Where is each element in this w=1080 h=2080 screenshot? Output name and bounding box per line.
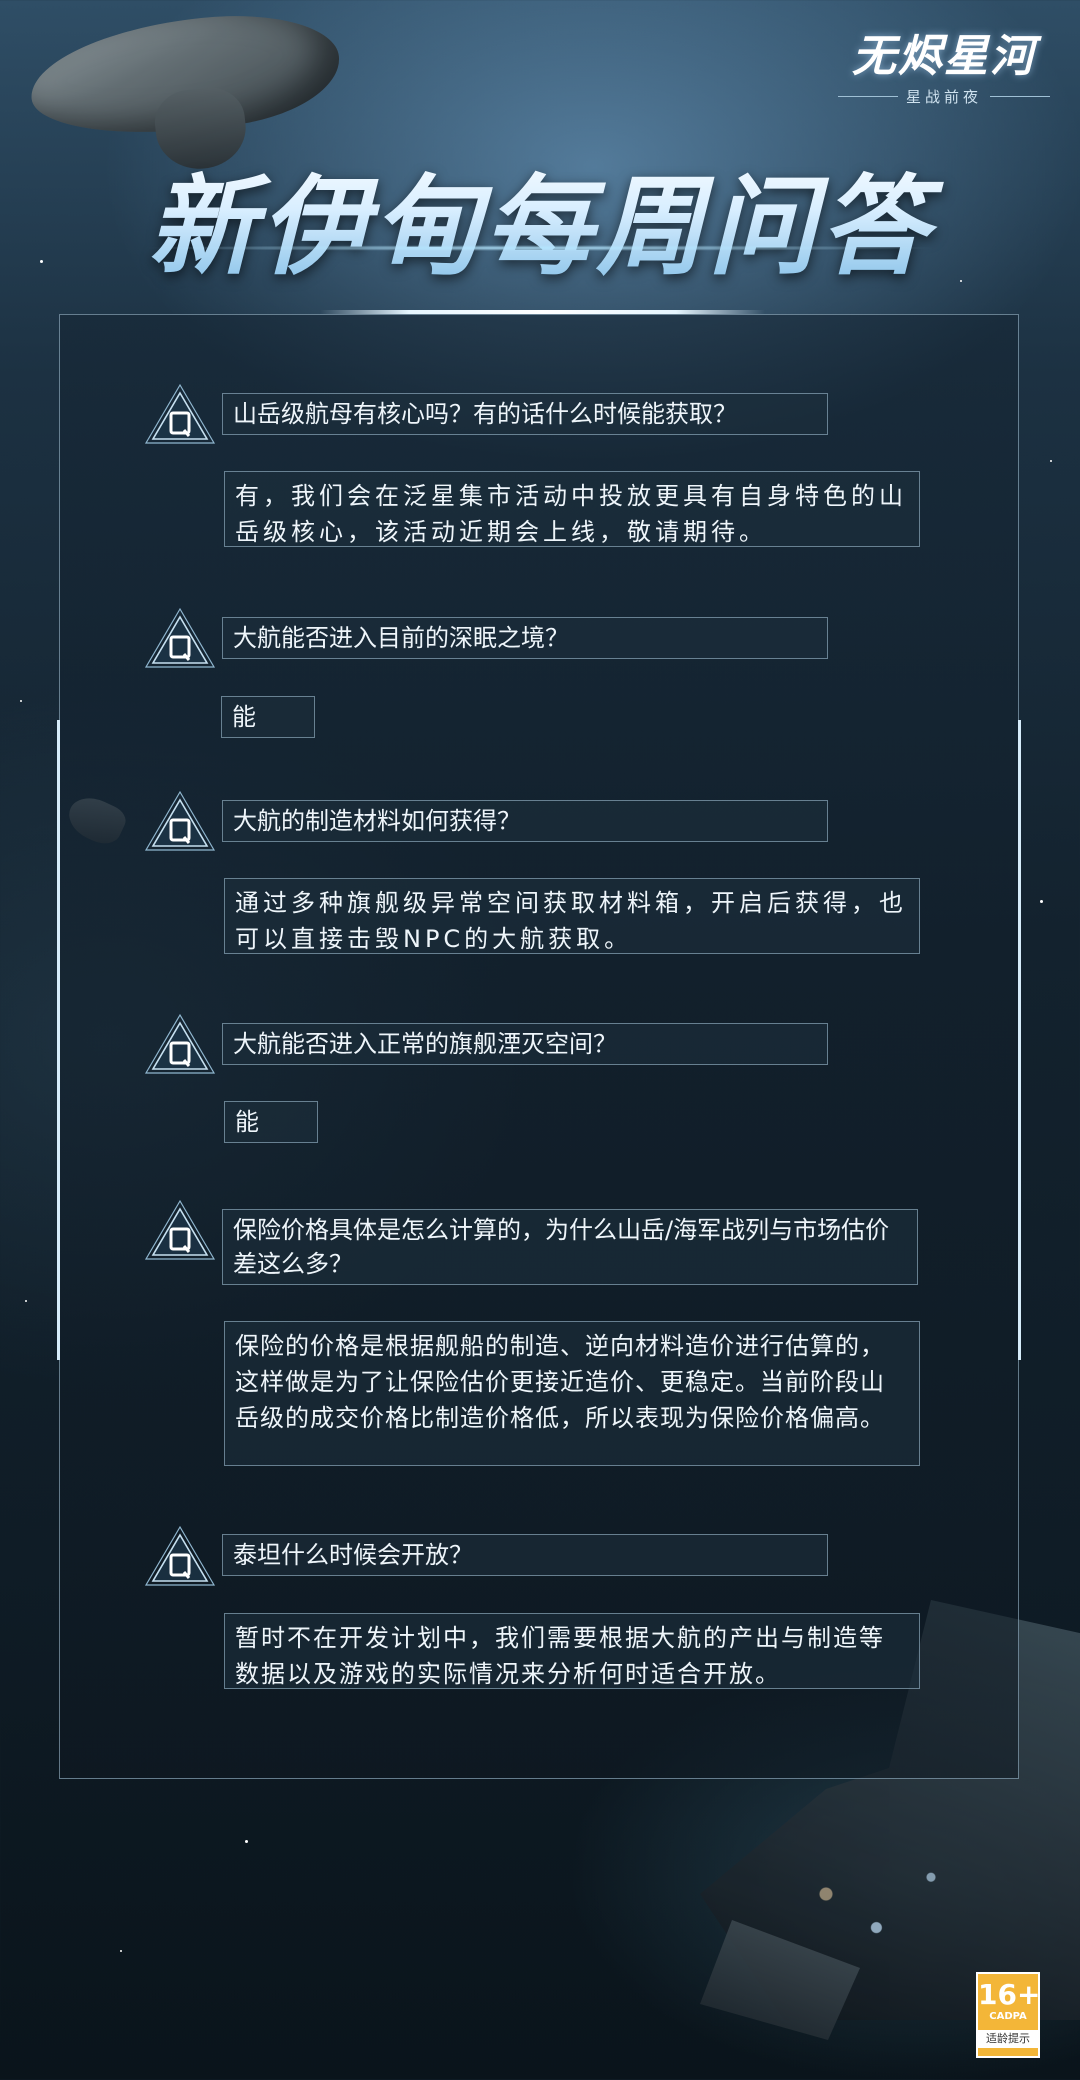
divider: [990, 96, 1050, 97]
spaceship-illustration: [25, 4, 345, 146]
logo-subtitle-row: 星战前夜: [837, 86, 1050, 107]
question-icon: [144, 790, 216, 851]
answer-text: 暂时不在开发计划中，我们需要根据大航的产出与制造等数据以及游戏的实际情况来分析何…: [224, 1613, 920, 1689]
page-title: 新伊甸每周问答: [0, 140, 1080, 296]
panel-side-accent-left: [57, 720, 60, 1360]
answer-text: 有，我们会在泛星集市活动中投放更具有自身特色的山岳级核心，该活动近期会上线，敬请…: [224, 471, 920, 547]
game-logo: 无烬星河 星战前夜: [837, 20, 1050, 107]
question-text: 山岳级航母有核心吗？有的话什么时候能获取？: [222, 393, 828, 435]
question-text: 大航能否进入正常的旗舰湮灭空间？: [222, 1023, 828, 1065]
question-icon: [144, 1013, 216, 1074]
title-glow: [140, 245, 940, 251]
question-text: 保险价格具体是怎么计算的，为什么山岳/海军战列与市场估价差这么多？: [222, 1209, 918, 1285]
answer-text: 通过多种旗舰级异常空间获取材料箱，开启后获得，也可以直接击毁NPC的大航获取。: [224, 878, 920, 954]
answer-text: 保险的价格是根据舰船的制造、逆向材料造价进行估算的，这样做是为了让保险估价更接近…: [224, 1321, 920, 1466]
star: [120, 1950, 122, 1952]
logo-subtitle: 星战前夜: [905, 88, 982, 106]
star: [1050, 460, 1052, 462]
star: [25, 1300, 27, 1302]
panel-top-accent: [320, 310, 765, 314]
star: [1040, 900, 1043, 903]
panel-side-accent-right: [1018, 720, 1021, 1360]
question-icon: [144, 1199, 216, 1260]
logo-title: 无烬星河: [851, 31, 1036, 82]
question-icon: [144, 1525, 216, 1586]
age-rating-tip: 适龄提示: [978, 2030, 1038, 2048]
star: [20, 700, 22, 702]
age-rating-badge: 16+ CADPA 适龄提示: [976, 1972, 1040, 2058]
question-icon: [144, 607, 216, 668]
question-text: 泰坦什么时候会开放？: [222, 1534, 828, 1576]
age-rating: 16+: [978, 1978, 1041, 2011]
star: [245, 1840, 248, 1843]
question-text: 大航的制造材料如何获得？: [222, 800, 828, 842]
answer-text: 能: [224, 1101, 318, 1143]
age-rating-org: CADPA: [989, 2011, 1027, 2022]
question-icon: [144, 383, 216, 444]
divider: [837, 96, 898, 97]
question-text: 大航能否进入目前的深眠之境？: [222, 617, 828, 659]
answer-text: 能: [221, 696, 315, 738]
